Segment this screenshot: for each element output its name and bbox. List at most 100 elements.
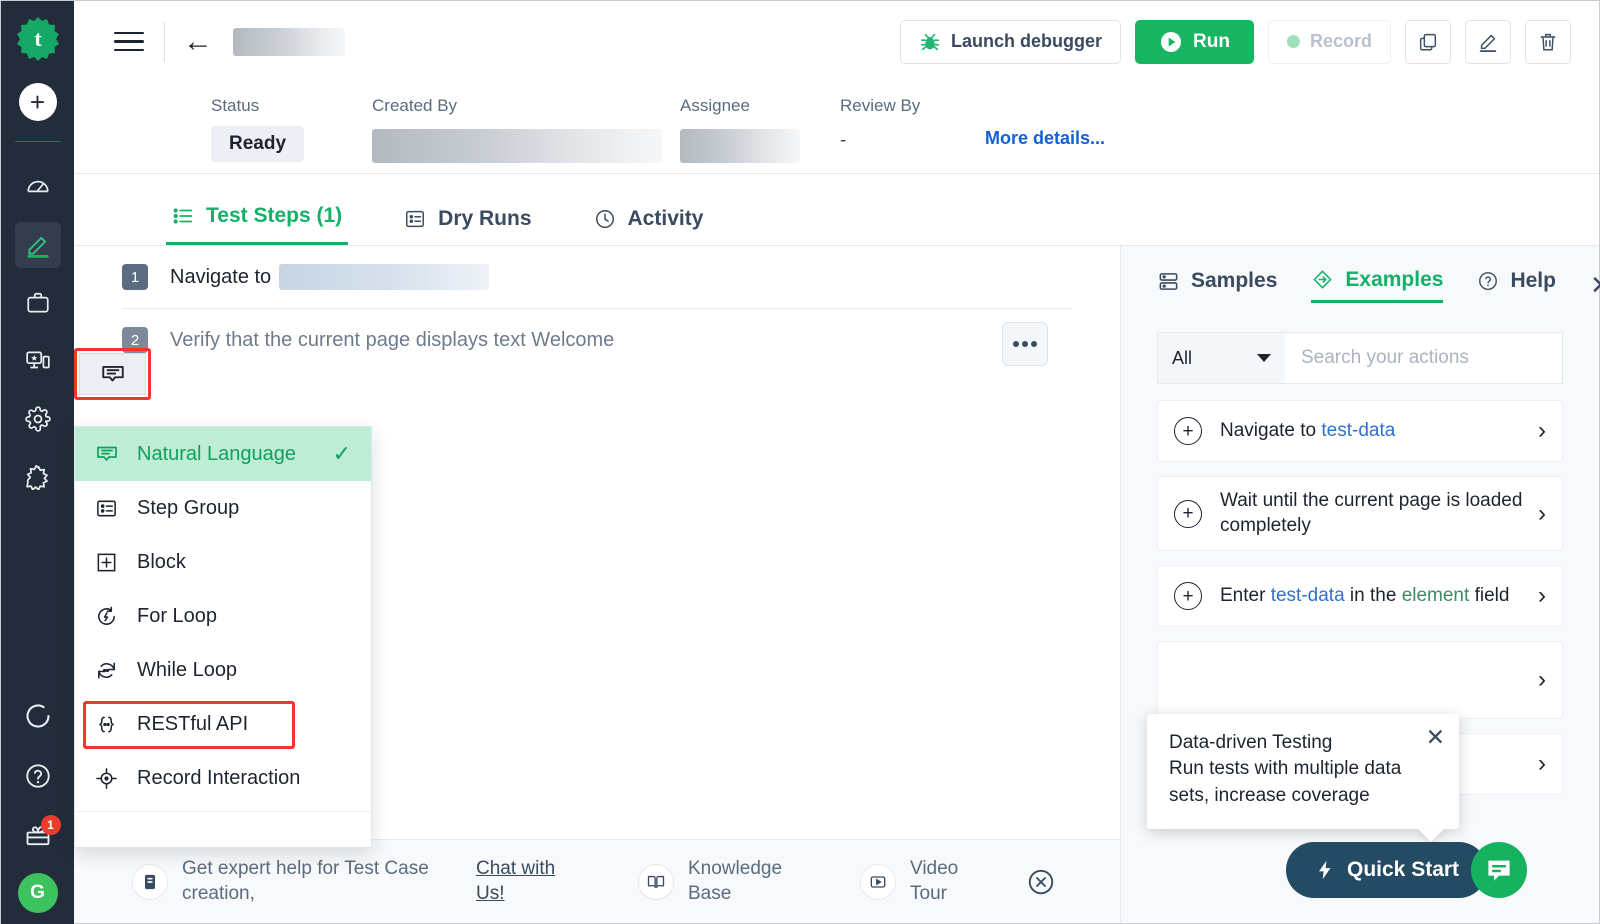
action-filter-select[interactable]: All: [1158, 333, 1285, 383]
tab-test-steps[interactable]: Test Steps (1): [166, 204, 349, 245]
action-text: Wait until the current page is loaded co…: [1220, 490, 1523, 536]
table-row[interactable]: 1 Navigate to: [74, 246, 1120, 308]
knowledge-base-group[interactable]: Knowledge Base: [638, 857, 808, 906]
run-button[interactable]: Run: [1135, 19, 1254, 64]
tab-dry-runs[interactable]: Dry Runs: [398, 207, 537, 245]
review-by-value: -: [840, 130, 847, 151]
tab-help-label: Help: [1510, 269, 1556, 292]
launch-debugger-button[interactable]: Launch debugger: [900, 19, 1122, 64]
tab-samples[interactable]: Samples: [1157, 269, 1277, 301]
chevron-right-icon[interactable]: ›: [1538, 582, 1546, 610]
step-text: Verify that the current page displays te…: [170, 328, 615, 351]
sidebar-item-whats-new[interactable]: 1: [15, 813, 61, 859]
left-nav-rail: t + 1 G: [1, 1, 74, 924]
sidebar-item-dashboard[interactable]: [15, 164, 61, 210]
app-logo[interactable]: t: [13, 13, 63, 63]
meta-assignee: Assignee: [680, 96, 800, 163]
add-action-icon[interactable]: +: [1174, 582, 1202, 611]
tab-help[interactable]: Help: [1477, 269, 1556, 301]
create-new-button[interactable]: +: [18, 83, 57, 121]
tooltip-close-icon[interactable]: ✕: [1426, 726, 1445, 749]
chevron-right-icon[interactable]: ›: [1538, 417, 1546, 445]
step-type-dropdown-menu: Natural Language ✓ Step Group Block For …: [74, 426, 372, 848]
sidebar-item-activity-spinner[interactable]: [15, 693, 61, 739]
sidebar-item-test-plan[interactable]: [15, 280, 61, 326]
add-action-icon[interactable]: +: [1174, 417, 1202, 445]
avatar[interactable]: G: [17, 873, 58, 913]
hamburger-icon[interactable]: [114, 26, 144, 58]
table-row[interactable]: 2 Verify that the current page displays …: [74, 309, 1120, 371]
menu-item-for-loop[interactable]: For Loop: [75, 589, 371, 643]
search-input[interactable]: [1285, 333, 1562, 383]
chevron-right-icon[interactable]: ›: [1538, 750, 1546, 778]
tab-activity[interactable]: Activity: [588, 207, 710, 245]
sidebar-item-help[interactable]: [15, 753, 61, 799]
menu-item-while-loop[interactable]: While Loop: [75, 643, 371, 697]
content-tabs: Test Steps (1) Dry Runs Activity: [74, 174, 1599, 246]
sidebar-item-settings[interactable]: [15, 396, 61, 442]
plus-square-icon: [95, 551, 125, 574]
trash-icon[interactable]: [1525, 19, 1571, 64]
dropdown-footer: [75, 811, 371, 841]
chat-widget-button[interactable]: [1471, 842, 1527, 898]
page-title-redacted: [233, 27, 345, 56]
chevron-right-icon[interactable]: ›: [1538, 500, 1546, 528]
back-arrow-icon[interactable]: ←: [183, 26, 213, 57]
menu-item-label: Block: [137, 550, 186, 573]
step-number: 2: [122, 327, 148, 353]
close-panel-icon[interactable]: ✕: [1590, 270, 1600, 301]
top-bar: ← Launch debugger Run Record: [74, 1, 1599, 82]
close-circle-icon[interactable]: [1026, 867, 1056, 897]
plus-icon: +: [29, 87, 46, 117]
video-tour-group[interactable]: Video Tour: [860, 857, 1000, 906]
tab-examples-label: Examples: [1345, 267, 1444, 291]
tab-examples[interactable]: Examples: [1311, 267, 1444, 303]
svg-text:t: t: [34, 26, 42, 51]
sidebar-item-test-development[interactable]: [14, 222, 61, 268]
whats-new-badge: 1: [40, 815, 61, 835]
lightning-bolt-icon: [1319, 860, 1331, 880]
launch-debugger-label: Launch debugger: [951, 31, 1103, 51]
copy-icon[interactable]: [1405, 19, 1451, 64]
examples-panel-tabs: Samples Examples Help ✕: [1121, 246, 1600, 324]
quick-start-button[interactable]: Quick Start: [1286, 842, 1488, 898]
list-item[interactable]: + ›: [1157, 641, 1563, 720]
edit-icon[interactable]: [1465, 19, 1511, 64]
chat-with-us-link[interactable]: Chat with Us!: [476, 857, 586, 906]
sidebar-item-test-lab[interactable]: [15, 338, 61, 384]
menu-item-step-group[interactable]: Step Group: [75, 481, 371, 535]
chevron-right-icon[interactable]: ›: [1538, 666, 1546, 694]
sidebar-item-integrations[interactable]: [15, 454, 61, 500]
list-item[interactable]: + Navigate to test-data ›: [1157, 400, 1563, 462]
step-number: 1: [122, 264, 148, 290]
ellipsis-icon: [1013, 341, 1019, 347]
record-button[interactable]: Record: [1267, 19, 1391, 64]
menu-item-label: Step Group: [137, 496, 240, 519]
chat-with-us-group: Chat with Us!: [476, 857, 586, 906]
menu-item-block[interactable]: Block: [75, 535, 371, 589]
tooltip-body: Run tests with multiple data sets, incre…: [1169, 758, 1402, 806]
menu-item-label: Natural Language: [137, 442, 297, 465]
while-loop-icon: [95, 659, 125, 682]
for-loop-icon: [95, 605, 125, 628]
assignee-value-redacted: [680, 129, 800, 163]
list-item[interactable]: + Enter test-data in the element field ›: [1157, 565, 1563, 628]
add-action-icon[interactable]: +: [1174, 499, 1202, 528]
menu-item-restful-api[interactable]: RESTful API: [75, 697, 371, 751]
tab-samples-label: Samples: [1191, 269, 1278, 292]
play-icon: [860, 863, 896, 900]
menu-item-natural-language[interactable]: Natural Language ✓: [75, 427, 371, 481]
step-text: Navigate to: [170, 265, 272, 288]
expert-help-group: Get expert help for Test Case creation,: [132, 857, 432, 906]
list-item[interactable]: + Wait until the current page is loaded …: [1157, 476, 1563, 552]
step-type-toggle-button[interactable]: [79, 353, 146, 395]
more-details-link[interactable]: More details...: [985, 128, 1105, 149]
top-bar-actions: Launch debugger Run Record: [900, 19, 1599, 64]
menu-item-record-interaction[interactable]: Record Interaction: [75, 751, 371, 805]
step-value-redacted: [279, 264, 490, 290]
rail-divider: [14, 141, 61, 142]
step-more-options-button[interactable]: [1002, 322, 1048, 366]
tab-dry-runs-label: Dry Runs: [438, 207, 532, 230]
chevron-down-icon: [1257, 354, 1271, 362]
menu-item-label: While Loop: [137, 658, 238, 681]
